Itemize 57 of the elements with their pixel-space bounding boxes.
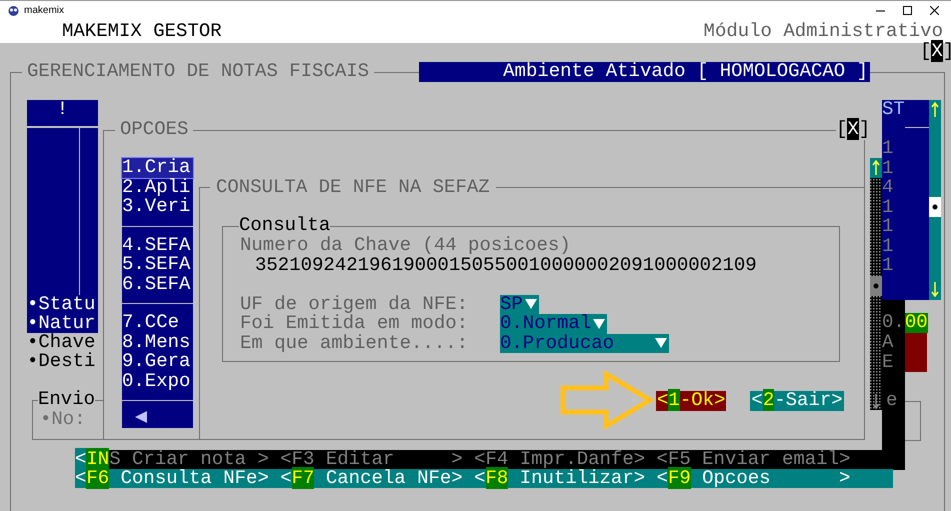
action-button[interactable]: <2-Sair> (750, 391, 844, 411)
status-value: 4 (882, 178, 894, 198)
shortcut-button[interactable]: <F9 Opcoes > (656, 469, 850, 488)
list-item[interactable]: •Desti (27, 352, 98, 371)
status-letter: E (882, 352, 894, 372)
cell-text: e (886, 391, 898, 410)
status-letter: A (882, 333, 894, 352)
menu-item[interactable]: 1.Cria (122, 158, 193, 178)
menu-item[interactable]: 8.Mens (122, 332, 193, 352)
field-label: Foi Emitida em modo: (240, 314, 470, 334)
status-value: 1 (882, 158, 894, 178)
list-item[interactable]: •Chave (27, 333, 98, 352)
shortcut-button[interactable]: <F7 Cancela NFe> (280, 469, 463, 488)
action-button[interactable]: <1-Ok> (656, 391, 726, 411)
status-value: 1 (882, 198, 894, 217)
field-label: •No: (40, 410, 86, 430)
window-title: makemix (24, 4, 64, 18)
status-value: 1 (882, 236, 894, 256)
shortcut-button[interactable]: <F8 Inutilizar> (474, 469, 646, 488)
arrow-icon (560, 371, 654, 429)
shortcut-button[interactable]: <F6 Consulta NFe> (75, 469, 269, 488)
list-item[interactable]: •Statu (27, 295, 98, 314)
box-outline (905, 401, 921, 441)
menu-item[interactable]: 6.SEFA (122, 274, 193, 294)
menu-item[interactable]: 9.Gera (122, 352, 193, 372)
app-icon (7, 4, 20, 16)
column-header: ! (27, 100, 98, 128)
close-icon[interactable] (930, 6, 939, 15)
scrollbar[interactable] (929, 100, 941, 300)
caret-icon (655, 337, 667, 350)
status-block (905, 333, 927, 372)
environment-banner: Ambiente Ativado [ HOMOLOGACAO ] (419, 62, 870, 82)
maximize-icon[interactable] (903, 6, 912, 15)
menu-item[interactable]: 7.CCe (122, 313, 193, 332)
module-name: Módulo Administrativo (704, 22, 943, 42)
field-label: Em que ambiente....: (240, 334, 470, 353)
field-label: UF de origem da NFE: (240, 294, 470, 314)
list-item[interactable]: •Natur (27, 314, 98, 333)
app-name: MAKEMIX GESTOR (62, 22, 222, 42)
column-header: ST (882, 100, 905, 120)
status-value: 1 (882, 256, 894, 276)
status-value: 1 (882, 217, 894, 236)
status-value: 1 (882, 139, 894, 158)
caret-icon (524, 298, 537, 310)
close-button[interactable]: [X] (920, 42, 951, 62)
total-value: 00 (904, 313, 928, 333)
menu-item[interactable]: 0.Expo (122, 372, 193, 391)
field-label: Numero da Chave (44 posicoes) (240, 236, 572, 256)
menu-item[interactable]: 5.SEFA (122, 255, 193, 274)
caret-icon (593, 318, 606, 330)
menu-item[interactable]: 2.Apli (122, 178, 193, 197)
key-value: 35210924219619000150550010000002091000002109 (254, 256, 758, 275)
menu-item[interactable]: 4.SEFA (122, 236, 193, 255)
left-triangle-icon[interactable] (134, 410, 148, 424)
scrollbar[interactable] (870, 158, 882, 410)
total-value: 0. (882, 313, 905, 333)
menu-item[interactable]: 3.Veri (122, 197, 193, 216)
